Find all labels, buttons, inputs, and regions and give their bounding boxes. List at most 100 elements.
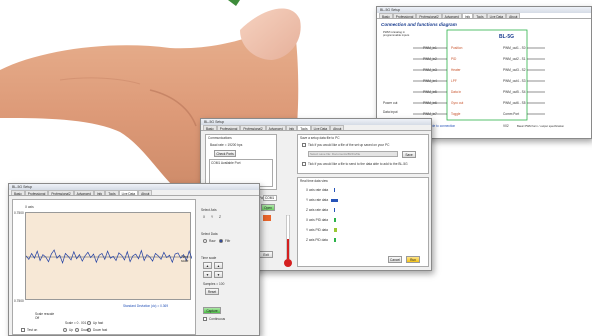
- axis-option-x[interactable]: X: [203, 215, 205, 219]
- up-radio[interactable]: [63, 328, 67, 332]
- down-radio[interactable]: [75, 328, 79, 332]
- up-fast-label: Up fast: [93, 321, 104, 325]
- live-chart-panel: X axis 0.7500 0.7500 Time scale Standard…: [12, 199, 196, 335]
- tab-info[interactable]: Info: [461, 13, 474, 19]
- line-chart: [25, 249, 193, 264]
- function-label-3: Heater: [451, 68, 461, 72]
- function-label-4: LPF: [451, 79, 457, 83]
- reset-button[interactable]: Reset: [205, 288, 219, 295]
- tab-basic[interactable]: Basic: [379, 13, 393, 19]
- live-row-label: X axis rate data: [306, 188, 329, 192]
- tab-about[interactable]: About: [506, 13, 521, 19]
- port-select[interactable]: COM1: [263, 195, 277, 201]
- exit-button[interactable]: Exit: [259, 251, 273, 258]
- function-label-6: Gyro out: [451, 101, 464, 105]
- up-fast-radio[interactable]: [87, 321, 91, 325]
- save-tick-label: Tick if you would like a file of the set…: [308, 143, 390, 147]
- tab-professional[interactable]: Professional: [392, 13, 417, 19]
- live-bar: [334, 188, 335, 192]
- save-path-field[interactable]: Select save file: Documents/BL5G/file: [308, 151, 398, 157]
- run-button[interactable]: Run: [406, 256, 420, 263]
- tab-tools[interactable]: Tools: [105, 190, 119, 196]
- time-scale-heading: Time scale: [201, 256, 217, 260]
- cancel-button[interactable]: Cancel: [388, 256, 402, 263]
- time-down-fast-button[interactable]: ▼: [214, 271, 223, 278]
- baud-rate-label: Baud rate = 19200 bps: [210, 143, 243, 147]
- filtr-label: Filtr: [225, 239, 231, 243]
- std-dev-label: Standard Deviation (dc) = 0.369: [123, 304, 169, 308]
- live-bar: [334, 208, 335, 212]
- tab-basic[interactable]: Basic: [11, 190, 25, 196]
- test-on-checkbox[interactable]: [21, 328, 25, 332]
- live-row-label: Y axis PID data: [306, 228, 328, 232]
- live-row-label: Z axis rate data: [306, 208, 328, 212]
- time-down-button[interactable]: ▼: [203, 271, 212, 278]
- output-label-5: PWM_out5 - S4: [503, 90, 526, 94]
- time-up-fast-button[interactable]: ▲: [214, 262, 223, 269]
- input-label-4: PWM_in4: [423, 79, 437, 83]
- test-on-label: Test on: [27, 328, 38, 332]
- tab-professional2[interactable]: Professional2: [48, 190, 74, 196]
- y-top-label: 0.7500: [14, 211, 24, 215]
- tab-live-data[interactable]: Live Data: [118, 190, 139, 196]
- tab-info[interactable]: Info: [285, 125, 298, 131]
- axis-option-z[interactable]: Z: [219, 215, 221, 219]
- tab-professional2[interactable]: Professional2: [416, 13, 442, 19]
- tab-professional[interactable]: Professional: [216, 125, 241, 131]
- port-list-item[interactable]: COM1 Available Port: [211, 161, 241, 165]
- tab-advanced[interactable]: Advanced: [73, 190, 94, 196]
- live-heading: Real time data view: [300, 179, 328, 183]
- save-button[interactable]: Save: [402, 151, 416, 158]
- continuous-checkbox[interactable]: [203, 317, 207, 321]
- version-text: V02: [503, 124, 509, 128]
- tab-tools[interactable]: Tools: [473, 13, 487, 19]
- communications-heading: Communications: [208, 136, 232, 140]
- raw-radio[interactable]: [203, 239, 207, 243]
- output-label-4: PWM_out4 - S3: [503, 79, 526, 83]
- tab-about[interactable]: About: [330, 125, 345, 131]
- input-label-7: PWM_in7: [423, 112, 437, 116]
- down-label: Down: [81, 328, 90, 332]
- filtr-radio[interactable]: [219, 239, 223, 243]
- function-label-7: Toggle: [451, 112, 461, 116]
- output-label-1: PWM_out1 - S0: [503, 46, 526, 50]
- tab-info[interactable]: Info: [93, 190, 106, 196]
- input-label-3: PWM_in3: [423, 68, 437, 72]
- down-fast-label: Down fast: [93, 328, 108, 332]
- tab-professional2[interactable]: Professional2: [240, 125, 266, 131]
- tab-advanced[interactable]: Advanced: [265, 125, 286, 131]
- continuous-label: Continuous: [209, 317, 226, 321]
- x-axis-label: Time scale: [181, 255, 189, 263]
- plot-area: [25, 212, 193, 300]
- tab-bar: Basic Professional Professional2 Advance…: [201, 125, 431, 131]
- output-label-3: PWM_out3 - S2: [503, 68, 526, 72]
- select-axis-heading: Select Axis: [201, 208, 217, 212]
- live-bar: [334, 218, 336, 222]
- tab-basic[interactable]: Basic: [203, 125, 217, 131]
- save-checkbox[interactable]: [302, 143, 306, 147]
- open-port-button[interactable]: Open: [261, 204, 275, 211]
- tab-professional[interactable]: Professional: [24, 190, 49, 196]
- function-label-2: PID: [451, 57, 457, 61]
- function-label-1: Position: [451, 46, 463, 50]
- power-out-label: Power out: [383, 101, 398, 105]
- read-tick-label: Tick if you would like a file to send to…: [308, 162, 408, 166]
- y-axis-label: X axis: [25, 205, 34, 209]
- live-bar: [331, 199, 338, 202]
- legend-title: Basic PWM form / output specification: [517, 124, 565, 128]
- tab-tools[interactable]: Tools: [297, 125, 311, 131]
- capture-button[interactable]: Capture: [203, 307, 221, 314]
- check-ports-button[interactable]: Check Ports: [214, 150, 236, 157]
- setup-window-live-data: BL-5G Setup Basic Professional Professio…: [8, 183, 260, 336]
- off-label: Off: [35, 316, 40, 320]
- axis-option-y[interactable]: Y: [211, 215, 213, 219]
- tab-advanced[interactable]: Advanced: [441, 13, 462, 19]
- tab-live-data[interactable]: Live Data: [486, 13, 507, 19]
- tab-live-data[interactable]: Live Data: [310, 125, 331, 131]
- read-checkbox[interactable]: [302, 162, 306, 166]
- output-label-6: PWM_out6 - S5: [503, 101, 526, 105]
- output-label-2: PWM_out2 - S1: [503, 57, 526, 61]
- time-up-button[interactable]: ▲: [203, 262, 212, 269]
- tab-about[interactable]: About: [138, 190, 153, 196]
- data-input-label: Data input: [383, 110, 398, 114]
